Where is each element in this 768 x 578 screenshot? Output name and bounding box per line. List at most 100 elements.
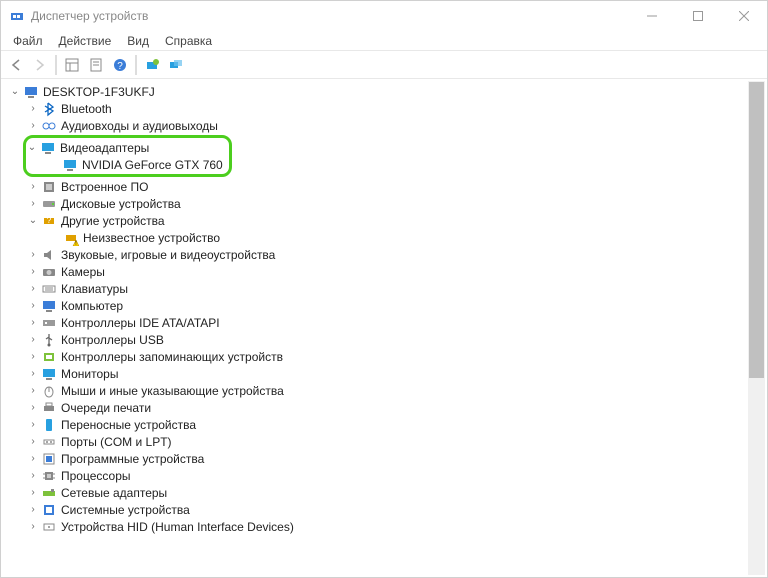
- show-tree-button[interactable]: [61, 54, 83, 76]
- node-label: Встроенное ПО: [61, 180, 148, 194]
- computer-icon: [23, 84, 39, 100]
- tree-item-cameras[interactable]: › Камеры: [5, 263, 765, 280]
- tree-item-embedded[interactable]: › Встроенное ПО: [5, 178, 765, 195]
- help-button[interactable]: ?: [109, 54, 131, 76]
- tree-item-software[interactable]: › Программные устройства: [5, 450, 765, 467]
- scan-hardware-button[interactable]: [141, 54, 163, 76]
- toolbar: ?: [1, 51, 767, 79]
- expander-closed-icon[interactable]: ›: [27, 300, 39, 312]
- node-label: Контроллеры IDE ATA/ATAPI: [61, 316, 220, 330]
- camera-icon: [41, 264, 57, 280]
- expander-closed-icon[interactable]: ›: [27, 402, 39, 414]
- print-queue-icon: [41, 400, 57, 416]
- close-button[interactable]: [721, 1, 767, 31]
- node-label: Другие устройства: [61, 214, 165, 228]
- tree-item-audio-io[interactable]: › Аудиовходы и аудиовыходы: [5, 117, 765, 134]
- tree-item-usb[interactable]: › Контроллеры USB: [5, 331, 765, 348]
- software-device-icon: [41, 451, 57, 467]
- expander-open-icon[interactable]: ⌄: [26, 142, 38, 154]
- tree-item-portable[interactable]: › Переносные устройства: [5, 416, 765, 433]
- menubar: Файл Действие Вид Справка: [1, 31, 767, 51]
- expander-closed-icon[interactable]: ›: [27, 283, 39, 295]
- tree-root[interactable]: ⌄ DESKTOP-1F3UKFJ: [5, 83, 765, 100]
- disk-icon: [41, 196, 57, 212]
- monitor-icon: [41, 366, 57, 382]
- expander-closed-icon[interactable]: ›: [27, 351, 39, 363]
- scrollbar-thumb[interactable]: [749, 82, 764, 378]
- menu-view[interactable]: Вид: [119, 32, 157, 50]
- processor-icon: [41, 468, 57, 484]
- tree-item-print[interactable]: › Очереди печати: [5, 399, 765, 416]
- expander-closed-icon[interactable]: ›: [27, 470, 39, 482]
- tree-item-mice[interactable]: › Мыши и иные указывающие устройства: [5, 382, 765, 399]
- expander-closed-icon[interactable]: ›: [27, 334, 39, 346]
- display-adapter-icon: [40, 140, 56, 156]
- tree-item-sound[interactable]: › Звуковые, игровые и видеоустройства: [5, 246, 765, 263]
- expander-closed-icon[interactable]: ›: [27, 103, 39, 115]
- expander-closed-icon[interactable]: ›: [27, 504, 39, 516]
- expander-closed-icon[interactable]: ›: [27, 181, 39, 193]
- maximize-button[interactable]: [675, 1, 721, 31]
- tree-item-ide[interactable]: › Контроллеры IDE ATA/ATAPI: [5, 314, 765, 331]
- tree-item-monitors[interactable]: › Мониторы: [5, 365, 765, 382]
- expander-closed-icon[interactable]: ›: [27, 453, 39, 465]
- node-label: Звуковые, игровые и видеоустройства: [61, 248, 275, 262]
- titlebar[interactable]: Диспетчер устройств: [1, 1, 767, 31]
- nav-back-button[interactable]: [5, 54, 27, 76]
- expander-closed-icon[interactable]: ›: [27, 249, 39, 261]
- window-title: Диспетчер устройств: [31, 9, 148, 23]
- menu-file[interactable]: Файл: [5, 32, 51, 50]
- expander-open-icon[interactable]: ⌄: [27, 215, 39, 227]
- tree-item-processors[interactable]: › Процессоры: [5, 467, 765, 484]
- tree-item-bluetooth[interactable]: › Bluetooth: [5, 100, 765, 117]
- menu-action[interactable]: Действие: [51, 32, 120, 50]
- tree-item-storage[interactable]: › Контроллеры запоминающих устройств: [5, 348, 765, 365]
- sound-icon: [41, 247, 57, 263]
- tree-item-ports[interactable]: › Порты (COM и LPT): [5, 433, 765, 450]
- mouse-icon: [41, 383, 57, 399]
- svg-text:?: ?: [47, 216, 52, 225]
- expander-open-icon[interactable]: ⌄: [9, 86, 21, 98]
- expander-closed-icon[interactable]: ›: [27, 120, 39, 132]
- expander-closed-icon[interactable]: ›: [27, 436, 39, 448]
- expander-closed-icon[interactable]: ›: [27, 419, 39, 431]
- tree-item-network[interactable]: › Сетевые адаптеры: [5, 484, 765, 501]
- tree-item-video-adapters[interactable]: ⌄ Видеоадаптеры: [26, 139, 223, 156]
- node-label: Мониторы: [61, 367, 118, 381]
- node-label: DESKTOP-1F3UKFJ: [43, 85, 155, 99]
- audio-io-icon: [41, 118, 57, 134]
- nav-forward-button[interactable]: [29, 54, 51, 76]
- expander-closed-icon[interactable]: ›: [27, 368, 39, 380]
- tree-item-hid[interactable]: › Устройства HID (Human Interface Device…: [5, 518, 765, 535]
- expander-closed-icon[interactable]: ›: [27, 521, 39, 533]
- ide-controller-icon: [41, 315, 57, 331]
- expander-closed-icon[interactable]: ›: [27, 385, 39, 397]
- expander-closed-icon[interactable]: ›: [27, 198, 39, 210]
- menu-help[interactable]: Справка: [157, 32, 220, 50]
- expander-closed-icon[interactable]: ›: [27, 317, 39, 329]
- portable-device-icon: [41, 417, 57, 433]
- properties-button[interactable]: [85, 54, 107, 76]
- node-label: Камеры: [61, 265, 105, 279]
- node-label: Порты (COM и LPT): [61, 435, 172, 449]
- tree-item-disk[interactable]: › Дисковые устройства: [5, 195, 765, 212]
- node-label: Сетевые адаптеры: [61, 486, 167, 500]
- minimize-button[interactable]: [629, 1, 675, 31]
- tree-item-other[interactable]: ⌄ ? Другие устройства: [5, 212, 765, 229]
- tree-item-keyboards[interactable]: › Клавиатуры: [5, 280, 765, 297]
- toolbar-separator: [55, 55, 57, 75]
- tree-item-unknown[interactable]: · ! Неизвестное устройство: [5, 229, 765, 246]
- expander-closed-icon[interactable]: ›: [27, 266, 39, 278]
- show-hidden-button[interactable]: [165, 54, 187, 76]
- vertical-scrollbar[interactable]: [748, 81, 765, 575]
- node-label: Мыши и иные указывающие устройства: [61, 384, 284, 398]
- tree-item-system[interactable]: › Системные устройства: [5, 501, 765, 518]
- expander-closed-icon[interactable]: ›: [27, 487, 39, 499]
- display-adapter-icon: [62, 157, 78, 173]
- device-tree[interactable]: ⌄ DESKTOP-1F3UKFJ › Bluetooth › Аудиовхо…: [1, 79, 767, 577]
- tree-item-gpu[interactable]: · NVIDIA GeForce GTX 760: [26, 156, 223, 173]
- highlight-video-adapters: ⌄ Видеоадаптеры · NVIDIA GeForce GTX 760: [23, 135, 232, 177]
- tree-item-computer[interactable]: › Компьютер: [5, 297, 765, 314]
- network-adapter-icon: [41, 485, 57, 501]
- node-label: Очереди печати: [61, 401, 151, 415]
